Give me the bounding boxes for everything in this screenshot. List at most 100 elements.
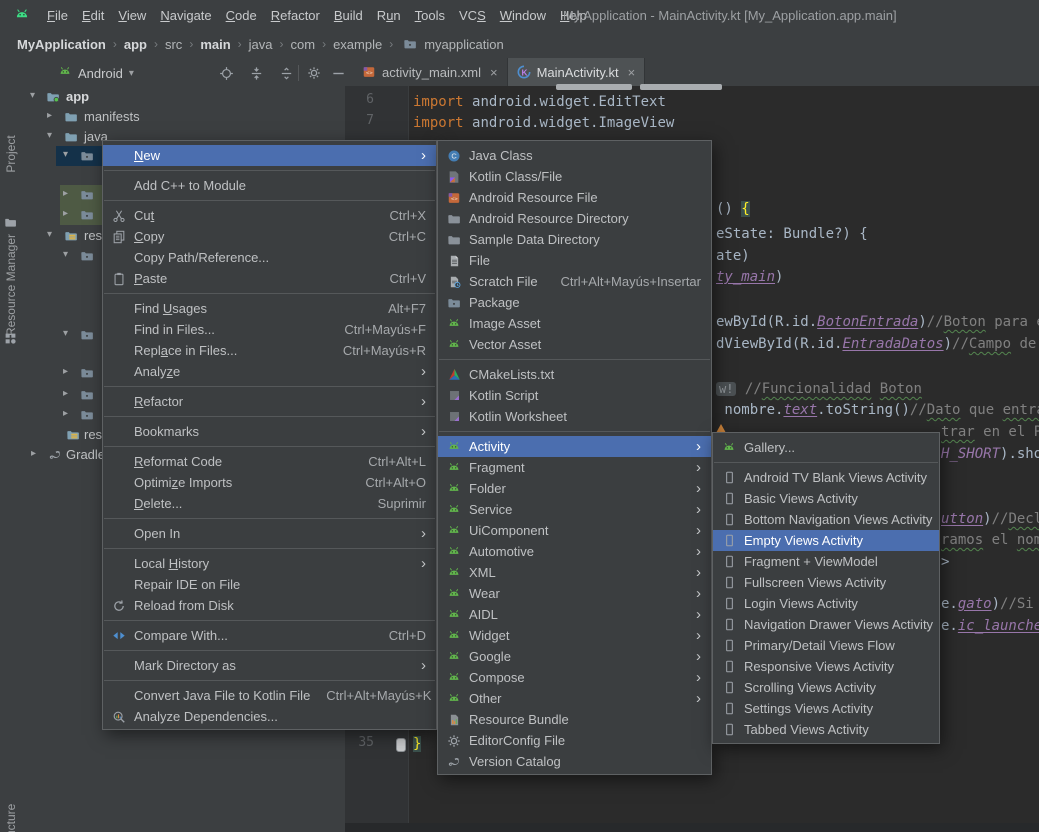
context-menu-item-local-history[interactable]: Local History› — [103, 553, 436, 574]
new-submenu-item-version-catalog[interactable]: Version Catalog — [438, 751, 711, 772]
context-menu-item-delete[interactable]: Delete...Suprimir — [103, 493, 436, 514]
new-submenu-item-google[interactable]: Google› — [438, 646, 711, 667]
tree-row-app[interactable]: ▾app — [22, 87, 345, 107]
chevron-right-icon[interactable]: ▸ — [47, 110, 52, 121]
context-menu-item-open-in[interactable]: Open In› — [103, 523, 436, 544]
context-menu-item-bookmarks[interactable]: Bookmarks› — [103, 421, 436, 442]
context-menu-item-reformat-code[interactable]: Reformat CodeCtrl+Alt+L — [103, 451, 436, 472]
chevron-right-icon[interactable]: ▸ — [63, 366, 68, 377]
activity-submenu-item-settings-views-activity[interactable]: Settings Views Activity — [713, 698, 939, 719]
menubar-item-build[interactable]: Build — [327, 8, 370, 23]
tool-window-button-project[interactable]: Project — [4, 135, 18, 172]
new-submenu-item-widget[interactable]: Widget› — [438, 625, 711, 646]
new-submenu-item-kotlin-class-file[interactable]: Kotlin Class/File — [438, 166, 711, 187]
context-menu-item-replace-in-files[interactable]: Replace in Files...Ctrl+Mayús+R — [103, 340, 436, 361]
new-submenu-item-cmakelists-txt[interactable]: CMakeLists.txt — [438, 364, 711, 385]
editor-tab-mainactivity-kt[interactable]: KMainActivity.kt× — [508, 58, 646, 86]
tree-row-manifests[interactable]: ▸manifests — [22, 107, 345, 127]
menubar-item-file[interactable]: File — [40, 8, 75, 23]
chevron-right-icon[interactable]: ▸ — [63, 408, 68, 419]
new-submenu-item-image-asset[interactable]: Image Asset — [438, 313, 711, 334]
activity-submenu-item-gallery[interactable]: Gallery... — [713, 437, 939, 458]
hide-panel-icon[interactable] — [330, 65, 346, 81]
menubar-item-view[interactable]: View — [111, 8, 153, 23]
new-submenu-item-fragment[interactable]: Fragment› — [438, 457, 711, 478]
fold-marker-icon[interactable] — [396, 738, 406, 752]
collapse-all-icon[interactable] — [278, 65, 294, 81]
activity-submenu-item-empty-views-activity[interactable]: Empty Views Activity — [713, 530, 939, 551]
menubar-item-window[interactable]: Window — [493, 8, 553, 23]
breadcrumb-item-myapplication[interactable]: myapplication — [421, 37, 507, 52]
chevron-down-icon[interactable]: ▾ — [47, 130, 52, 141]
context-menu-item-copy[interactable]: CopyCtrl+C — [103, 226, 436, 247]
activity-submenu-item-fullscreen-views-activity[interactable]: Fullscreen Views Activity — [713, 572, 939, 593]
context-menu-item-copy-path-reference[interactable]: Copy Path/Reference... — [103, 247, 436, 268]
chevron-right-icon[interactable]: ▸ — [63, 388, 68, 399]
new-submenu-item-automotive[interactable]: Automotive› — [438, 541, 711, 562]
activity-submenu-item-tabbed-views-activity[interactable]: Tabbed Views Activity — [713, 719, 939, 740]
context-menu-item-optimize-imports[interactable]: Optimize ImportsCtrl+Alt+O — [103, 472, 436, 493]
activity-submenu-item-primary-detail-views-flow[interactable]: Primary/Detail Views Flow — [713, 635, 939, 656]
menubar-item-edit[interactable]: Edit — [75, 8, 111, 23]
breadcrumb-item-com[interactable]: com — [288, 37, 319, 52]
tool-window-button-resource-manager[interactable]: Resource Manager — [4, 234, 18, 336]
new-submenu-item-vector-asset[interactable]: Vector Asset — [438, 334, 711, 355]
new-submenu-item-folder[interactable]: Folder› — [438, 478, 711, 499]
new-submenu-item-resource-bundle[interactable]: Resource Bundle — [438, 709, 711, 730]
new-submenu-item-file[interactable]: File — [438, 250, 711, 271]
project-tool-icon[interactable] — [4, 216, 17, 232]
new-submenu-item-activity[interactable]: Activity› — [438, 436, 711, 457]
editor-tab-activity-main-xml[interactable]: <>activity_main.xml× — [353, 58, 508, 86]
new-submenu-item-aidl[interactable]: AIDL› — [438, 604, 711, 625]
new-submenu-item-compose[interactable]: Compose› — [438, 667, 711, 688]
new-submenu-item-service[interactable]: Service› — [438, 499, 711, 520]
chevron-down-icon[interactable]: ▾ — [63, 328, 68, 339]
context-menu-item-find-in-files[interactable]: Find in Files...Ctrl+Mayús+F — [103, 319, 436, 340]
context-menu-item-add-c-to-module[interactable]: Add C++ to Module — [103, 175, 436, 196]
activity-submenu-item-basic-views-activity[interactable]: Basic Views Activity — [713, 488, 939, 509]
new-submenu-item-android-resource-file[interactable]: <>Android Resource File — [438, 187, 711, 208]
context-menu-item-analyze-dependencies[interactable]: Analyze Dependencies... — [103, 706, 436, 727]
activity-submenu-item-android-tv-blank-views-activity[interactable]: Android TV Blank Views Activity — [713, 467, 939, 488]
close-icon[interactable]: × — [628, 65, 636, 80]
menubar-item-refactor[interactable]: Refactor — [264, 8, 327, 23]
new-submenu-item-wear[interactable]: Wear› — [438, 583, 711, 604]
close-icon[interactable]: × — [490, 65, 498, 80]
new-submenu-item-sample-data-directory[interactable]: Sample Data Directory — [438, 229, 711, 250]
new-submenu-item-uicomponent[interactable]: UiComponent› — [438, 520, 711, 541]
breadcrumb-item-example[interactable]: example — [330, 37, 385, 52]
new-submenu-item-xml[interactable]: XML› — [438, 562, 711, 583]
tool-window-button-structure[interactable]: Structure — [4, 804, 18, 832]
breadcrumb-item-java[interactable]: java — [246, 37, 276, 52]
chevron-down-icon[interactable]: ▾ — [63, 149, 68, 160]
activity-submenu-item-bottom-navigation-views-activity[interactable]: Bottom Navigation Views Activity — [713, 509, 939, 530]
activity-submenu-item-fragment-viewmodel[interactable]: Fragment + ViewModel — [713, 551, 939, 572]
project-view-selector[interactable]: Android ▾ — [58, 58, 134, 88]
context-menu-item-analyze[interactable]: Analyze› — [103, 361, 436, 382]
resource-manager-icon[interactable] — [4, 332, 17, 348]
breadcrumb-item-myapplication[interactable]: MyApplication — [14, 37, 109, 52]
chevron-down-icon[interactable]: ▾ — [30, 90, 35, 101]
chevron-right-icon[interactable]: ▸ — [63, 208, 68, 219]
context-menu-item-new[interactable]: New› — [103, 145, 436, 166]
breadcrumb-item-src[interactable]: src — [162, 37, 185, 52]
breadcrumb-item-main[interactable]: main — [197, 37, 233, 52]
menubar-item-navigate[interactable]: Navigate — [153, 8, 218, 23]
new-submenu-item-scratch-file[interactable]: Scratch FileCtrl+Alt+Mayús+Insertar — [438, 271, 711, 292]
locate-icon[interactable] — [218, 65, 234, 81]
chevron-right-icon[interactable]: ▸ — [63, 188, 68, 199]
context-menu-item-convert-java-file-to-kotlin-file[interactable]: Convert Java File to Kotlin FileCtrl+Alt… — [103, 685, 436, 706]
chevron-down-icon[interactable]: ▾ — [63, 249, 68, 260]
menubar-item-vcs[interactable]: VCS — [452, 8, 493, 23]
expand-all-icon[interactable] — [248, 65, 264, 81]
context-menu-item-mark-directory-as[interactable]: Mark Directory as› — [103, 655, 436, 676]
menubar-item-run[interactable]: Run — [370, 8, 408, 23]
new-submenu-item-android-resource-directory[interactable]: Android Resource Directory — [438, 208, 711, 229]
new-submenu-item-kotlin-script[interactable]: Kotlin Script — [438, 385, 711, 406]
chevron-right-icon[interactable]: ▸ — [31, 448, 36, 459]
context-menu-item-refactor[interactable]: Refactor› — [103, 391, 436, 412]
context-menu-item-cut[interactable]: CutCtrl+X — [103, 205, 436, 226]
context-menu-item-repair-ide-on-file[interactable]: Repair IDE on File — [103, 574, 436, 595]
chevron-down-icon[interactable]: ▾ — [47, 229, 52, 240]
breadcrumb-item-app[interactable]: app — [121, 37, 150, 52]
